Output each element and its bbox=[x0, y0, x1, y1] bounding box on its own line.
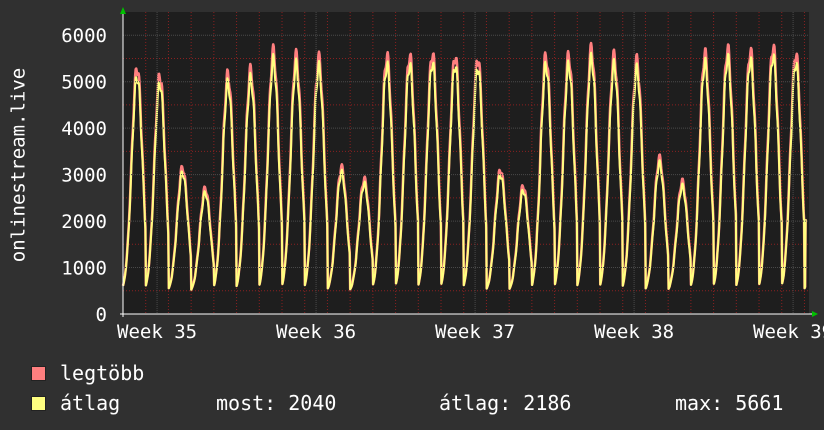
x-tick-label: Week 37 bbox=[435, 321, 515, 343]
x-tick-label: Week 39 bbox=[753, 321, 824, 343]
y-tick-label: 5000 bbox=[61, 72, 107, 94]
x-axis-arrow-icon bbox=[812, 311, 818, 317]
x-tick-label: Week 35 bbox=[117, 321, 197, 343]
legend-avg-swatch bbox=[31, 396, 46, 411]
stat-avg: átlag: 2186 bbox=[439, 391, 572, 415]
y-axis-arrow-icon bbox=[120, 7, 126, 14]
y-tick-label: 0 bbox=[96, 304, 107, 326]
x-tick-label: Week 38 bbox=[594, 321, 674, 343]
stat-max: max: 5661 bbox=[675, 391, 784, 415]
y-axis-label: onlinestream.live bbox=[8, 68, 30, 262]
stat-now: most: 2040 bbox=[216, 391, 337, 415]
y-tick-label: 1000 bbox=[61, 258, 107, 280]
x-tick-label: Week 36 bbox=[276, 321, 356, 343]
legend-max-swatch bbox=[31, 366, 46, 381]
y-tick-label: 2000 bbox=[61, 211, 107, 233]
y-tick-label: 6000 bbox=[61, 25, 107, 47]
y-tick-label: 3000 bbox=[61, 165, 107, 187]
legend-avg-label: átlag bbox=[60, 391, 121, 415]
legend-max-label: legtöbb bbox=[60, 361, 145, 385]
y-tick-label: 4000 bbox=[61, 118, 107, 140]
